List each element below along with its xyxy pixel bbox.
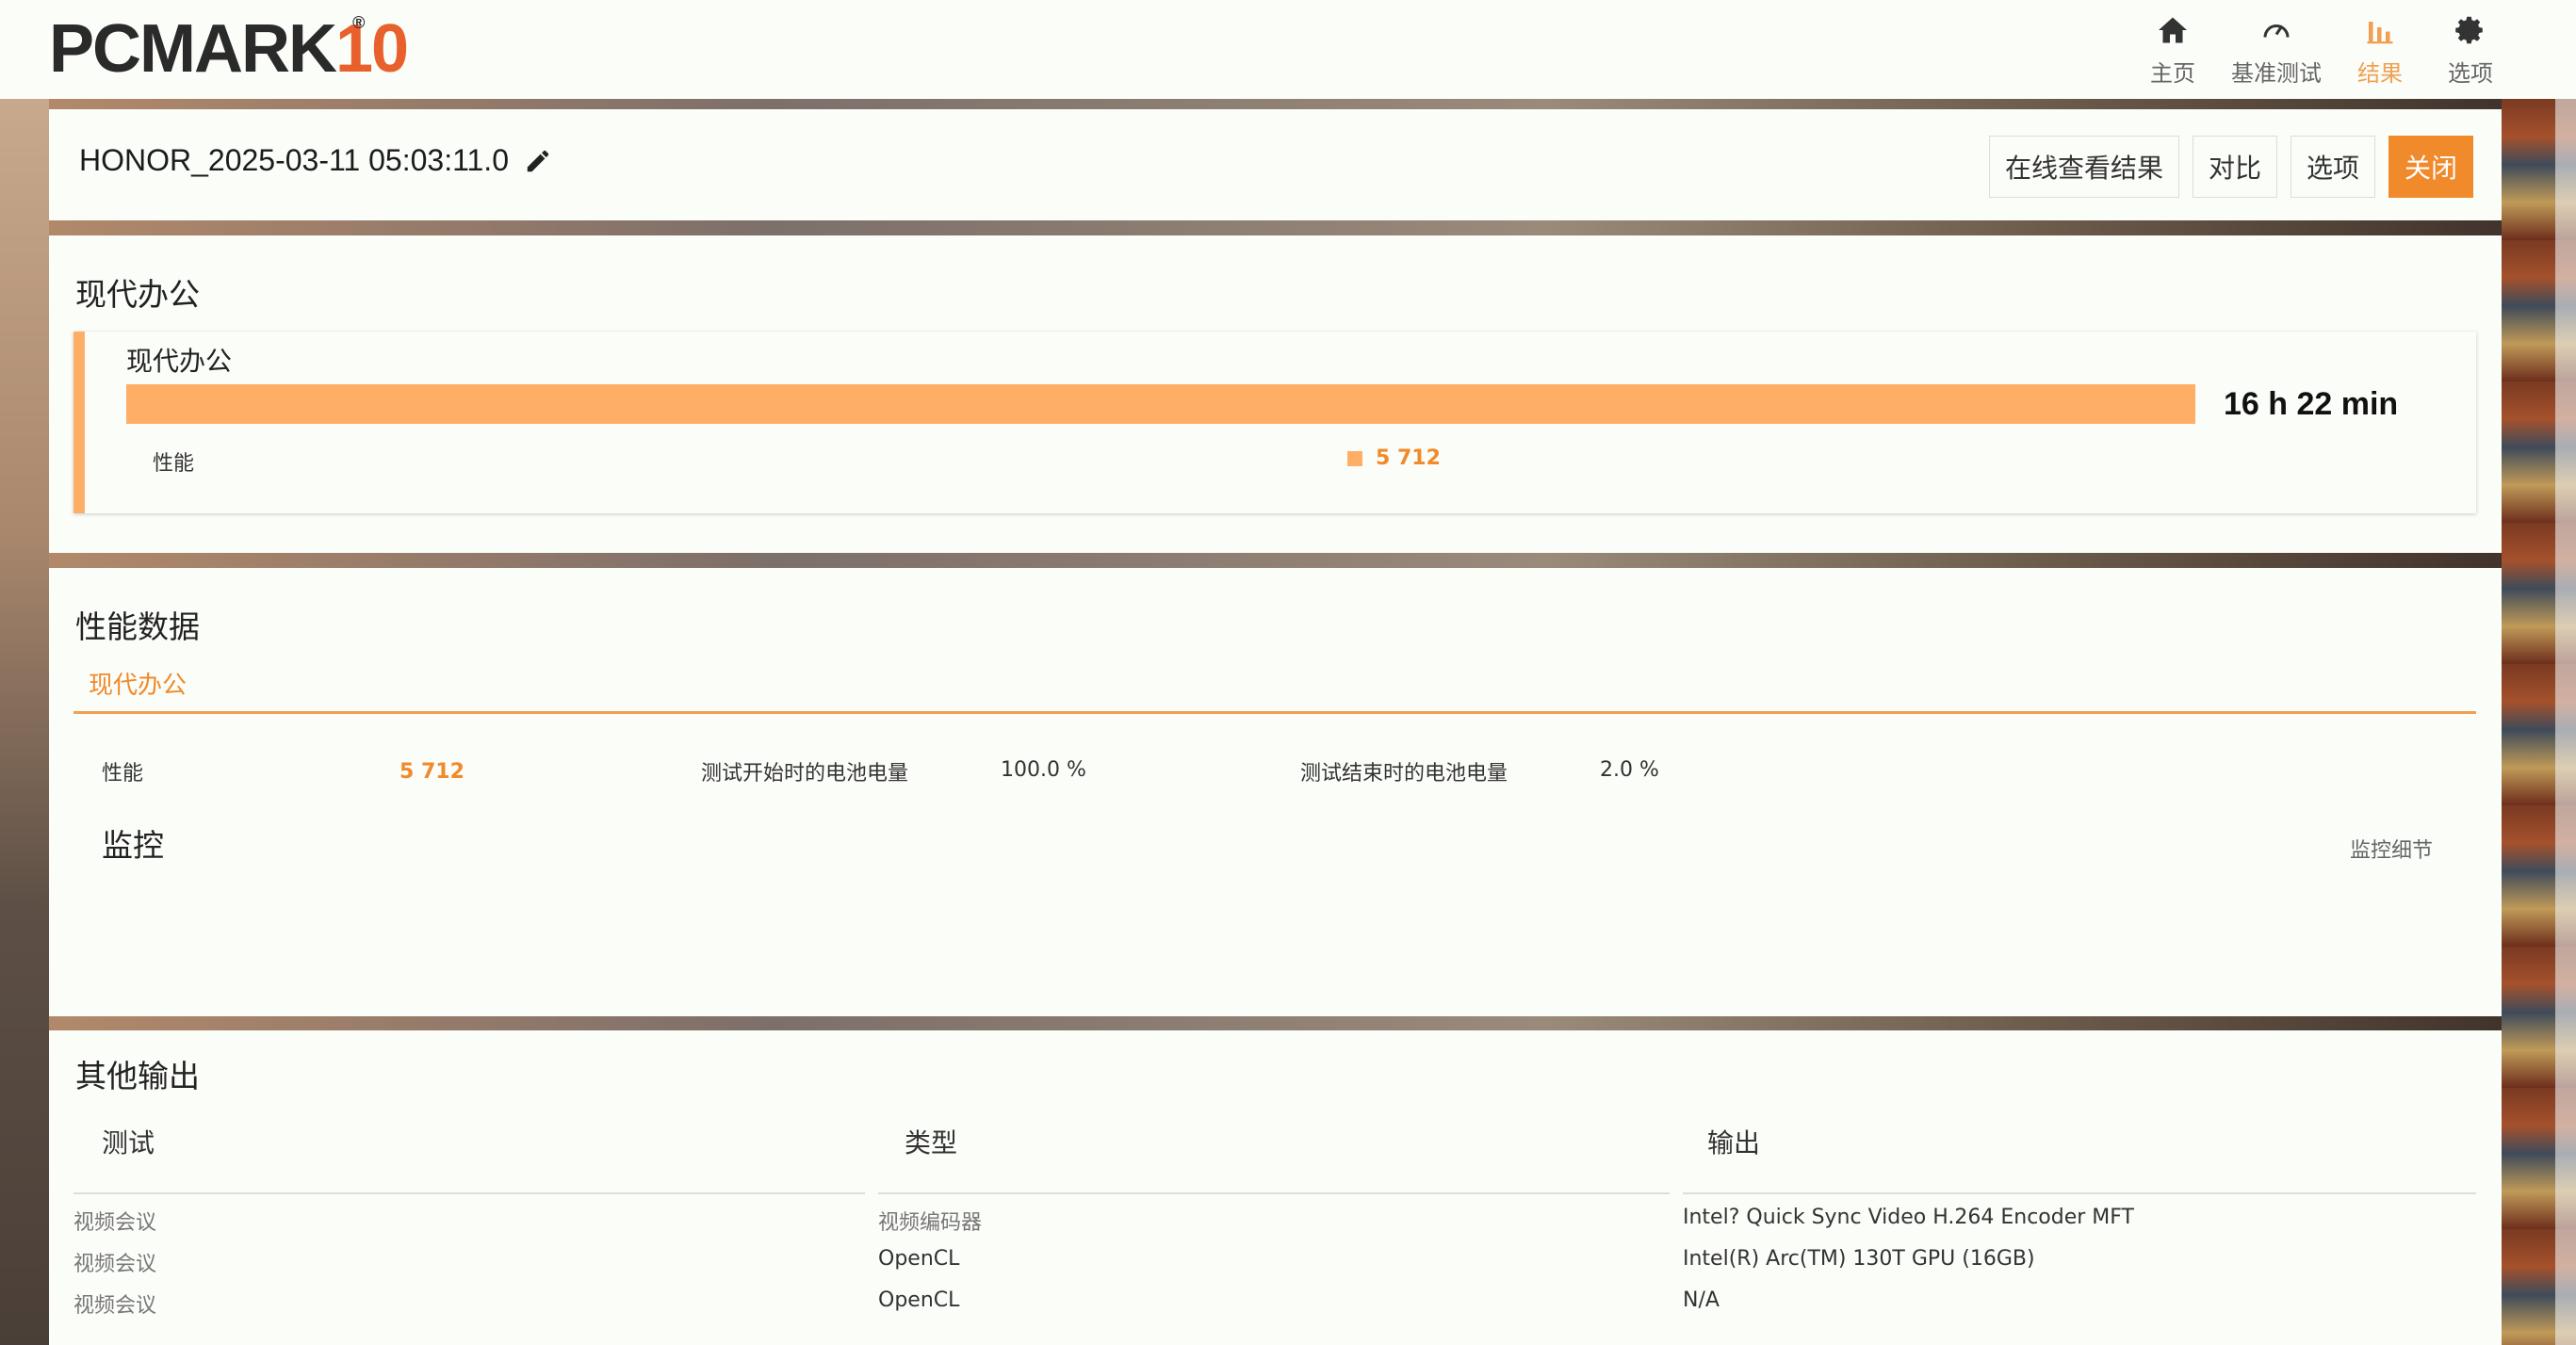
column-header-type: 类型 — [905, 1127, 958, 1159]
score-bar — [126, 384, 2195, 424]
table-cell: Intel(R) Arc(TM) 130T GPU (16GB) — [1683, 1247, 2035, 1271]
perf-data-panel: 性能数据 现代办公 性能 5 712 测试开始时的电池电量 100.0 % 测试… — [49, 568, 2502, 1016]
options-button[interactable]: 选项 — [2290, 136, 2375, 198]
close-button[interactable]: 关闭 — [2388, 136, 2473, 198]
perf-label: 性能 — [153, 452, 195, 476]
other-output-panel: 其他输出 测试 类型 输出 视频会议 视频编码器 Intel? Quick Sy… — [49, 1030, 2502, 1345]
background-left — [0, 99, 49, 1345]
perf-key: 性能 — [102, 762, 144, 786]
table-cell: 视频编码器 — [878, 1211, 983, 1235]
perf-value: 5 712 — [399, 760, 465, 784]
monitor-details-link[interactable]: 监控细节 — [2350, 834, 2433, 864]
table-cell: 视频会议 — [73, 1294, 157, 1318]
compare-button[interactable]: 对比 — [2192, 136, 2277, 198]
nav-results[interactable]: 结果 — [2335, 9, 2425, 92]
other-output-title: 其他输出 — [75, 1058, 200, 1094]
bar-chart-icon — [2367, 22, 2393, 44]
battery-life-score: 16 h 22 min — [2224, 386, 2399, 422]
nav-options-label: 选项 — [2448, 60, 2493, 87]
column-divider — [73, 1192, 865, 1194]
perf-score-value: 5 712 — [1376, 446, 1441, 470]
result-name: HONOR_2025-03-11 05:03:11.0 — [79, 143, 552, 178]
nav-home[interactable]: 主页 — [2128, 9, 2218, 92]
tab-modern-office[interactable]: 现代办公 — [89, 666, 187, 701]
gear-icon — [2455, 16, 2483, 44]
modern-office-title: 现代办公 — [75, 276, 200, 313]
nav-results-label: 结果 — [2357, 60, 2403, 87]
modern-office-panel: 现代办公 现代办公 16 h 22 min 性能 5 712 — [49, 235, 2502, 553]
nav-benchmarks-label: 基准测试 — [2231, 60, 2322, 87]
table-cell: OpenCL — [878, 1288, 960, 1312]
score-bar-track — [126, 384, 2195, 424]
nav-home-label: 主页 — [2150, 60, 2195, 87]
column-header-test: 测试 — [102, 1127, 155, 1159]
column-divider — [878, 1192, 1670, 1194]
column-divider — [1683, 1192, 2476, 1194]
perf-data-title: 性能数据 — [75, 608, 200, 645]
battery-start-key: 测试开始时的电池电量 — [701, 762, 909, 786]
edit-icon[interactable] — [524, 147, 552, 175]
nav-options[interactable]: 选项 — [2425, 9, 2516, 92]
tab-underline — [73, 711, 2476, 714]
monitor-title: 监控 — [102, 827, 164, 864]
table-cell: N/A — [1683, 1288, 1720, 1312]
modern-office-card: 现代办公 16 h 22 min 性能 5 712 — [73, 332, 2476, 513]
top-bar: PCMARK10® 主页 基准测试 结果 选项 — [0, 0, 2576, 99]
table-cell: OpenCL — [878, 1247, 960, 1271]
perf-score: 5 712 — [1347, 446, 1441, 470]
table-cell: 视频会议 — [73, 1253, 157, 1276]
view-online-button[interactable]: 在线查看结果 — [1988, 136, 2179, 198]
result-name-text: HONOR_2025-03-11 05:03:11.0 — [79, 143, 509, 177]
gauge-icon — [2263, 24, 2290, 38]
result-title-panel: HONOR_2025-03-11 05:03:11.0 在线查看结果 对比 选项… — [49, 109, 2502, 220]
battery-start-value: 100.0 % — [1001, 758, 1086, 782]
main-nav: 主页 基准测试 结果 选项 — [2128, 9, 2516, 92]
scrollbar[interactable] — [2555, 99, 2576, 1345]
nav-benchmarks[interactable]: 基准测试 — [2218, 9, 2335, 92]
table-cell: Intel? Quick Sync Video H.264 Encoder MF… — [1683, 1206, 2134, 1229]
home-icon — [2159, 17, 2187, 43]
table-cell: 视频会议 — [73, 1211, 157, 1235]
battery-end-value: 2.0 % — [1600, 758, 1659, 782]
battery-end-key: 测试结束时的电池电量 — [1300, 762, 1508, 786]
column-header-output: 输出 — [1707, 1127, 1761, 1159]
pcmark-logo: PCMARK10® — [49, 11, 409, 87]
card-title: 现代办公 — [126, 346, 233, 377]
result-actions: 在线查看结果 对比 选项 关闭 — [1988, 136, 2473, 198]
legend-square-icon — [1347, 450, 1362, 466]
